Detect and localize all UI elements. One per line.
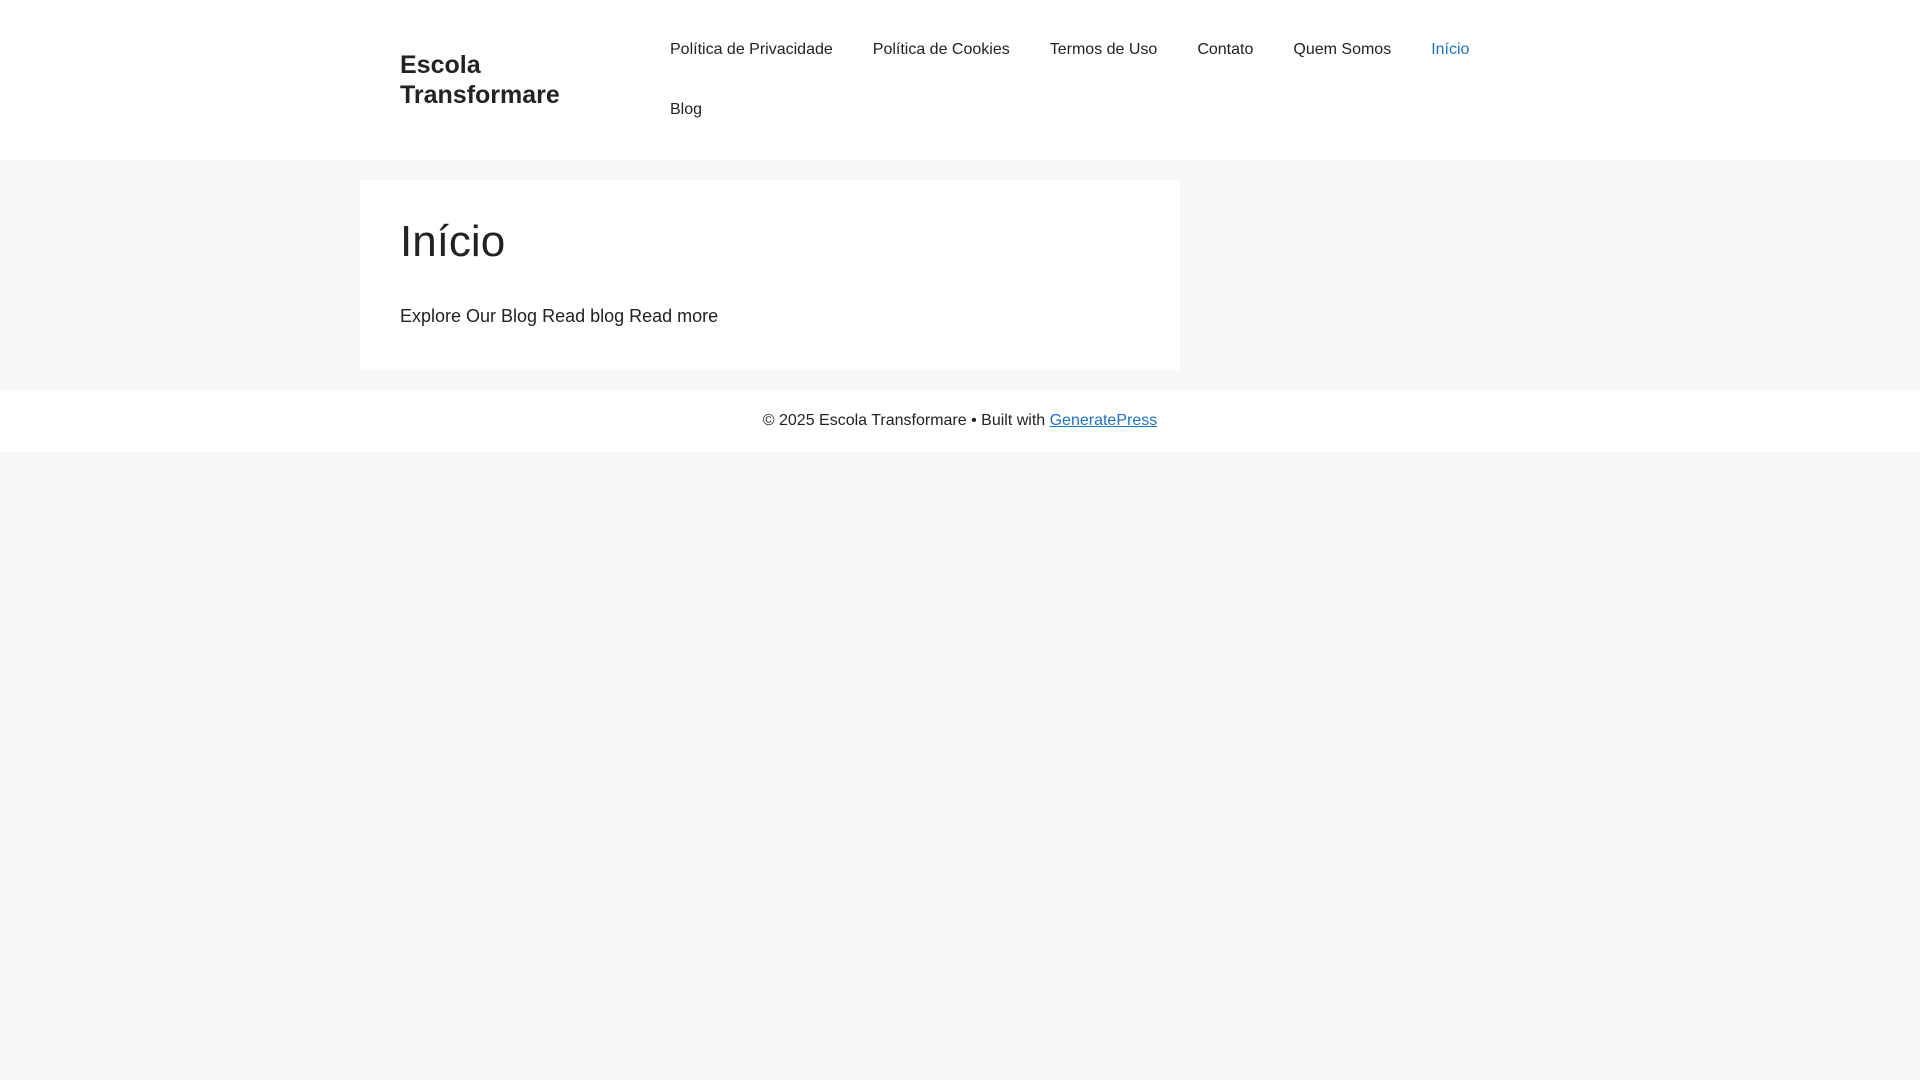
nav-item-politica-de-cookies[interactable]: Política de Cookies: [853, 20, 1030, 80]
footer-copyright: © 2025 Escola Transformare • Built with: [762, 412, 1050, 429]
site-footer: © 2025 Escola Transformare • Built with …: [0, 390, 1920, 452]
nav-item-blog[interactable]: Blog: [650, 80, 722, 140]
main-navigation: Política de Privacidade Política de Cook…: [650, 20, 1530, 140]
nav-item-politica-de-privacidade[interactable]: Política de Privacidade: [650, 20, 853, 80]
generatepress-link[interactable]: GeneratePress: [1050, 412, 1158, 429]
site-header: Escola Transformare Política de Privacid…: [0, 0, 1920, 160]
nav-item-inicio[interactable]: Início: [1411, 20, 1489, 80]
site-title-link[interactable]: Escola Transformare: [400, 50, 600, 110]
page-title: Início: [400, 217, 506, 266]
page-content: Início Explore Our Blog Read blog Read m…: [360, 180, 1180, 370]
nav-item-contato[interactable]: Contato: [1177, 20, 1273, 80]
nav-item-termos-de-uso[interactable]: Termos de Uso: [1030, 20, 1178, 80]
nav-item-quem-somos[interactable]: Quem Somos: [1273, 20, 1411, 80]
page-body-text: Explore Our Blog Read blog Read more: [400, 306, 719, 326]
